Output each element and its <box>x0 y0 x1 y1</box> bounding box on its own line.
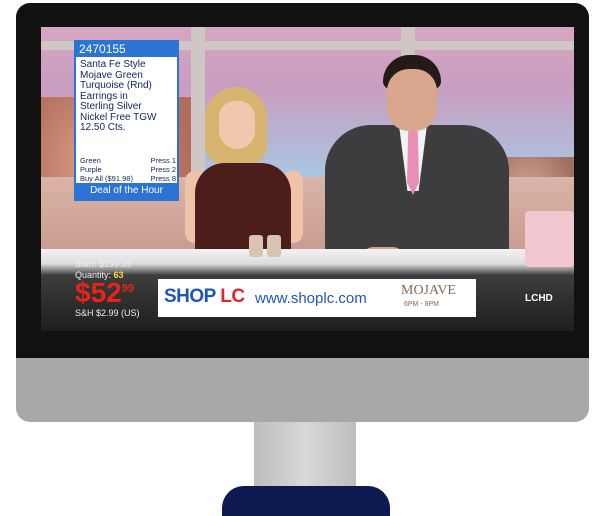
option-row: Purple Press 2 <box>80 165 176 174</box>
option-row: Buy All ($91.98) Press 8 <box>80 174 176 183</box>
pink-display-box <box>525 211 574 267</box>
price-panel: Start: $199.99 Quantity: 63 $5299 S&H $2… <box>41 259 161 329</box>
channel-bug: LCHD <box>525 293 553 304</box>
shoplc-logo: SHOP LC <box>164 286 245 307</box>
product-box <box>249 235 263 257</box>
shipping-price: S&H $2.99 (US) <box>75 308 140 318</box>
mojave-time: 6PM - 8PM <box>404 301 440 308</box>
current-price: $5299 <box>75 277 134 308</box>
tv-screen: 2470155 Santa Fe Style Mojave Green Turq… <box>41 27 574 331</box>
option-row: Green Press 1 <box>80 156 176 165</box>
host-presenter-right <box>317 55 517 275</box>
monitor-chin <box>16 358 589 422</box>
product-info-panel: 2470155 Santa Fe Style Mojave Green Turq… <box>74 40 179 201</box>
shoplc-url: www.shoplc.com <box>255 290 367 307</box>
item-number: 2470155 <box>76 42 177 57</box>
item-description: Santa Fe Style Mojave Green Turquoise (R… <box>80 59 157 133</box>
product-box <box>267 235 281 257</box>
brand-banner: SHOP LC www.shoplc.com MOJAVE 6PM - 8PM <box>158 279 476 317</box>
monitor-stand-neck <box>254 422 356 486</box>
mojave-logo: MOJAVE <box>401 283 456 298</box>
deal-of-hour-badge: Deal of the Hour <box>76 183 177 199</box>
start-price: Start: $199.99 <box>75 259 132 269</box>
monitor-stand-base <box>222 486 390 516</box>
host-presenter-left <box>185 87 303 263</box>
